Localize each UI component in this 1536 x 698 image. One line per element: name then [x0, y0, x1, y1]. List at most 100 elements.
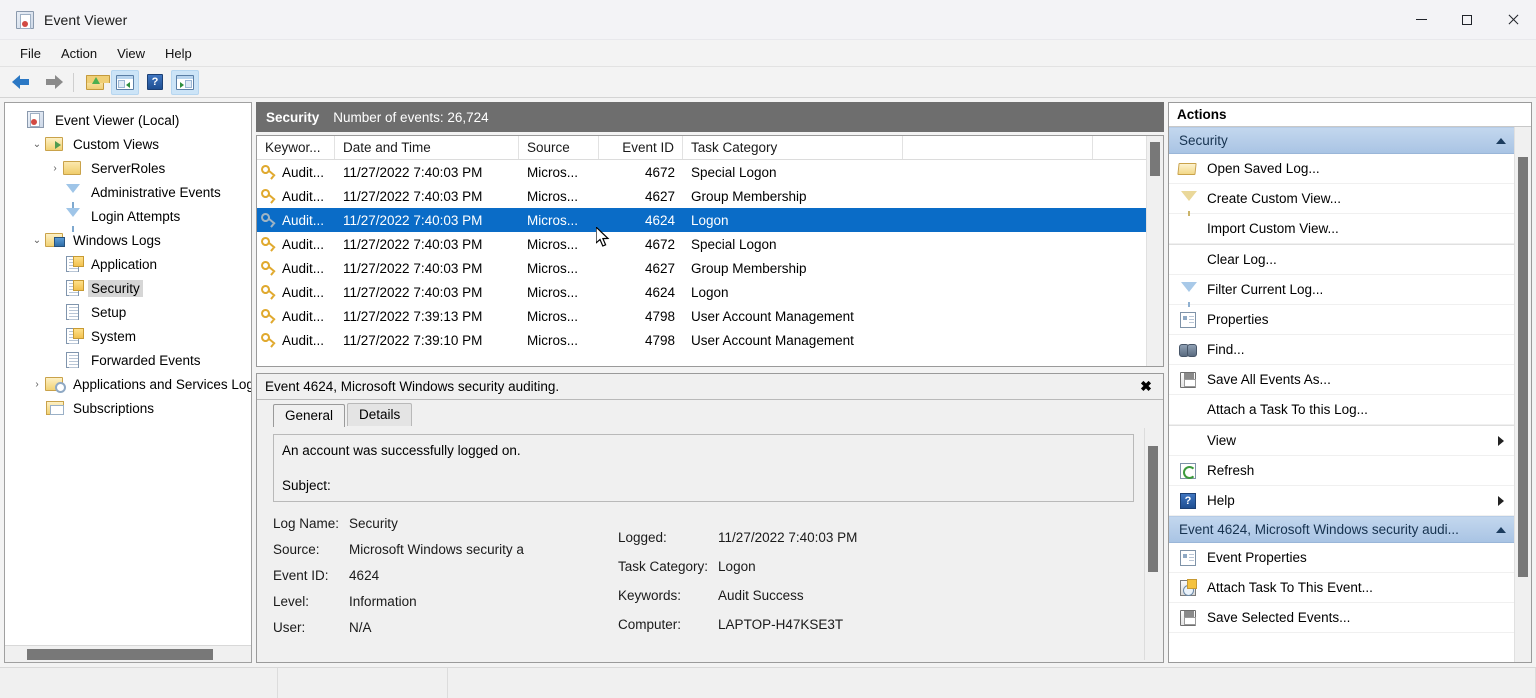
action-item-properties[interactable]: Properties [1169, 305, 1514, 335]
up-one-level-button[interactable] [81, 70, 110, 95]
action-item-attach-task-to-this-event[interactable]: Attach Task To This Event... [1169, 573, 1514, 603]
tree-node-login-attempts[interactable]: Login Attempts [5, 204, 251, 232]
tree-node-setup[interactable]: Setup [5, 300, 251, 324]
menu-action[interactable]: Action [51, 43, 107, 64]
action-item-find[interactable]: Find... [1169, 335, 1514, 365]
action-item-view[interactable]: View [1169, 426, 1514, 456]
tree-node-applications-and-services-log[interactable]: › Applications and Services Log [5, 372, 251, 396]
action-item-label: Import Custom View... [1207, 221, 1339, 236]
chevron-icon[interactable]: › [47, 163, 63, 174]
close-button[interactable] [1490, 0, 1536, 40]
collapse-caret-icon[interactable] [1496, 137, 1506, 144]
action-item-refresh[interactable]: Refresh [1169, 456, 1514, 486]
cell-keywords: Audit... [257, 260, 335, 276]
action-item-create-custom-view[interactable]: Create Custom View... [1169, 184, 1514, 216]
table-row[interactable]: Audit... 11/27/2022 7:40:03 PM Micros... 46… [257, 232, 1146, 256]
close-detail-icon[interactable]: ✖ [1135, 377, 1157, 397]
tree-node-subscriptions[interactable]: Subscriptions [5, 396, 251, 420]
tree-node-event-viewer-local[interactable]: Event Viewer (Local) [5, 108, 251, 132]
menu-view[interactable]: View [107, 43, 155, 64]
chevron-icon[interactable]: ⌄ [29, 235, 45, 246]
log-warning-icon [63, 279, 84, 297]
property-key: Source: [273, 542, 320, 557]
event-list[interactable]: Keywor... Date and Time Source Event ID Task… [256, 135, 1164, 367]
show-hide-action-pane-button[interactable] [171, 69, 199, 95]
table-row[interactable]: Audit... 11/27/2022 7:39:10 PM Micros... 47… [257, 328, 1146, 352]
status-bar [0, 667, 1536, 698]
column-header-label: Source [527, 140, 570, 155]
column-header-event-id[interactable]: Event ID [599, 136, 683, 159]
keywords-text: Audit... [282, 332, 325, 348]
property-value: Audit Success [718, 588, 804, 603]
action-item-open-saved-log[interactable]: Open Saved Log... [1169, 154, 1514, 184]
menu-file[interactable]: File [10, 43, 51, 64]
maximize-icon [1462, 14, 1472, 25]
column-header-label: Task Category [691, 140, 778, 155]
tree-node-system[interactable]: System [5, 324, 251, 348]
tab-details[interactable]: Details [347, 403, 413, 426]
log-warning-icon [63, 255, 84, 273]
event-list-rows[interactable]: Audit... 11/27/2022 7:40:03 PM Micros... 46… [257, 160, 1146, 366]
table-row[interactable]: Audit... 11/27/2022 7:40:03 PM Micros... 46… [257, 280, 1146, 304]
action-item-label: View [1207, 433, 1237, 448]
table-row[interactable]: Audit... 11/27/2022 7:40:03 PM Micros... 46… [257, 208, 1146, 232]
console-tree[interactable]: Event Viewer (Local) ⌄ Custom Views › Server… [5, 103, 251, 645]
property-key: User: [273, 620, 306, 635]
tree-node-forwarded-events[interactable]: Forwarded Events [5, 348, 251, 372]
action-item-save-all-events-as[interactable]: Save All Events As... [1169, 365, 1514, 395]
actions-group-header[interactable]: Event 4624, Microsoft Windows security a… [1169, 516, 1514, 543]
actions-scrollbar-thumb[interactable] [1518, 157, 1528, 577]
action-item-import-custom-view[interactable]: Import Custom View... [1169, 214, 1514, 244]
property-key: Keywords: [618, 588, 682, 603]
tree-horizontal-scrollbar[interactable] [5, 645, 251, 662]
chevron-icon[interactable]: › [29, 379, 45, 390]
tree-node-windows-logs[interactable]: ⌄ Windows Logs [5, 228, 251, 252]
action-item-filter-current-log[interactable]: Filter Current Log... [1169, 275, 1514, 307]
minimize-button[interactable] [1398, 0, 1444, 40]
tree-node-administrative-events[interactable]: Administrative Events [5, 180, 251, 208]
tree-node-security[interactable]: Security [5, 276, 251, 300]
actions-group-header[interactable]: Security [1169, 127, 1514, 154]
detail-scrollbar-thumb[interactable] [1148, 446, 1158, 572]
event-list-vertical-scrollbar[interactable] [1146, 136, 1163, 366]
status-segment-3 [448, 668, 1536, 698]
show-hide-console-tree-button[interactable] [111, 69, 139, 95]
tab-general[interactable]: General [273, 404, 346, 427]
column-header-blank[interactable] [903, 136, 1093, 159]
collapse-caret-icon[interactable] [1496, 526, 1506, 533]
column-header-date-and-time[interactable]: Date and Time [335, 136, 519, 159]
table-row[interactable]: Audit... 11/27/2022 7:40:03 PM Micros... 46… [257, 160, 1146, 184]
tree-scrollbar-thumb[interactable] [27, 648, 213, 660]
maximize-button[interactable] [1444, 0, 1490, 40]
tree-node-serverroles[interactable]: › ServerRoles [5, 156, 251, 180]
forward-button[interactable] [38, 70, 66, 95]
cell-keywords: Audit... [257, 212, 335, 228]
table-row[interactable]: Audit... 11/27/2022 7:40:03 PM Micros... 46… [257, 184, 1146, 208]
actions-vertical-scrollbar[interactable] [1514, 127, 1531, 662]
tree-node-application[interactable]: Application [5, 252, 251, 276]
help-button[interactable]: ? [141, 70, 169, 95]
actions-pane: Actions Security Open Saved Log... Create … [1168, 102, 1532, 663]
actions-list[interactable]: Security Open Saved Log... Create Custom V… [1169, 127, 1514, 662]
back-button[interactable] [8, 70, 36, 95]
action-item-save-selected-events[interactable]: Save Selected Events... [1169, 603, 1514, 633]
column-header-keywor[interactable]: Keywor... [257, 136, 335, 159]
event-viewer-icon [16, 10, 34, 29]
tree-node-custom-views[interactable]: ⌄ Custom Views [5, 132, 251, 156]
detail-vertical-scrollbar[interactable] [1144, 428, 1161, 660]
table-row[interactable]: Audit... 11/27/2022 7:40:03 PM Micros... 46… [257, 256, 1146, 280]
event-list-scrollbar-thumb[interactable] [1150, 142, 1160, 176]
table-row[interactable]: Audit... 11/27/2022 7:39:13 PM Micros... 47… [257, 304, 1146, 328]
action-item-clear-log[interactable]: Clear Log... [1169, 245, 1514, 275]
cell-task-category: Logon [691, 284, 729, 300]
menu-help[interactable]: Help [155, 43, 202, 64]
column-header-source[interactable]: Source [519, 136, 599, 159]
apps-services-folder-icon [45, 375, 66, 393]
chevron-icon[interactable]: ⌄ [29, 139, 45, 150]
column-header-task-category[interactable]: Task Category [683, 136, 903, 159]
cell-keywords: Audit... [257, 236, 335, 252]
action-item-attach-a-task-to-this-log[interactable]: Attach a Task To this Log... [1169, 395, 1514, 425]
event-list-header: Keywor... Date and Time Source Event ID Task… [257, 136, 1146, 160]
action-item-help[interactable]: ? Help [1169, 486, 1514, 516]
action-item-event-properties[interactable]: Event Properties [1169, 543, 1514, 573]
